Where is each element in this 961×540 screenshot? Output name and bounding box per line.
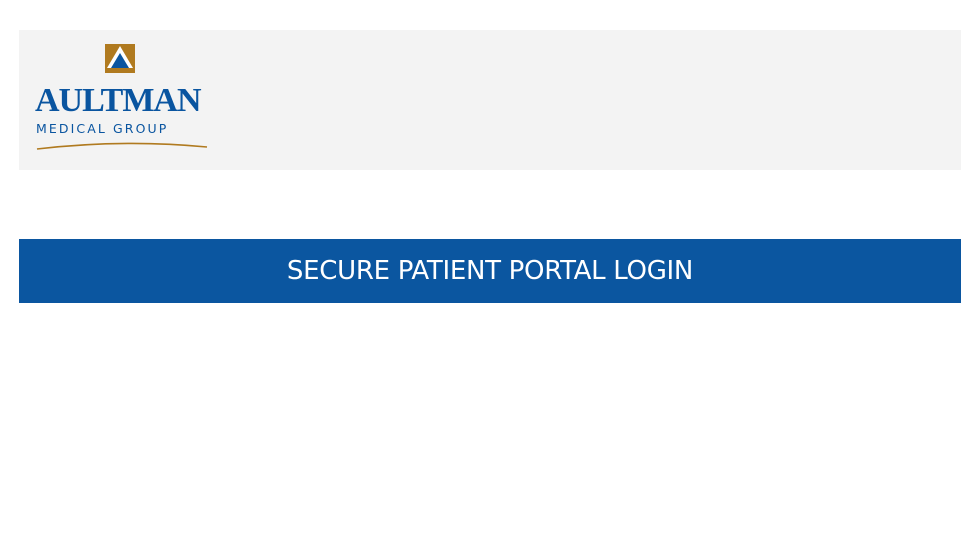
aultman-triangle-logo-icon bbox=[105, 44, 135, 73]
logo-wordmark: AULTMAN bbox=[35, 82, 202, 119]
page-title: SECURE PATIENT PORTAL LOGIN bbox=[286, 256, 694, 286]
page: AULTMAN MEDICAL GROUP SECURE PATIENT POR… bbox=[0, 0, 961, 540]
site-header: AULTMAN MEDICAL GROUP bbox=[19, 30, 961, 170]
aultman-logo[interactable]: AULTMAN MEDICAL GROUP bbox=[35, 44, 215, 154]
portal-login-banner: SECURE PATIENT PORTAL LOGIN bbox=[19, 239, 961, 303]
logo-swoosh-decoration bbox=[36, 142, 208, 150]
logo-subtitle: MEDICAL GROUP bbox=[36, 121, 169, 136]
